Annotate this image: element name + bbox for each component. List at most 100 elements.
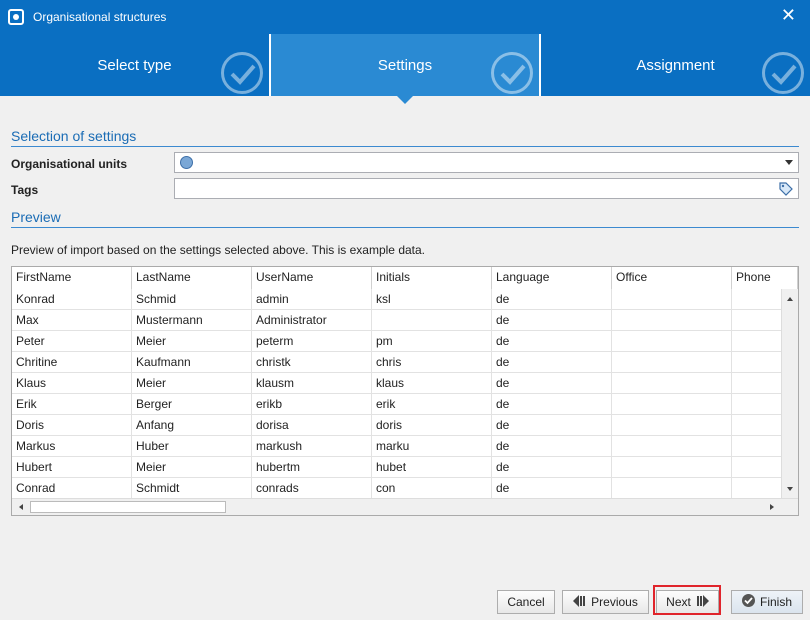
preview-table[interactable]: FirstName LastName UserName Initials Lan… [11,266,799,516]
table-cell: ksl [372,289,492,310]
table-cell: Markus [12,436,132,457]
check-icon [491,52,533,94]
check-icon [762,52,804,94]
cancel-label: Cancel [507,595,545,609]
table-cell: klausm [252,373,372,394]
table-row[interactable]: Konrad Schmid admin ksl de [12,289,798,310]
org-units-dropdown[interactable] [174,152,799,173]
table-cell: Conrad [12,478,132,499]
table-cell [612,289,732,310]
scroll-up-icon[interactable] [782,291,798,307]
next-button-highlight [653,585,721,615]
org-units-label: Organisational units [11,157,128,171]
table-cell: klaus [372,373,492,394]
table-cell [612,373,732,394]
table-cell: Mustermann [132,310,252,331]
table-row[interactable]: Conrad Schmidt conrads con de [12,478,798,499]
scroll-left-icon[interactable] [13,499,29,515]
scroll-right-icon[interactable] [764,499,780,515]
column-header[interactable]: LastName [132,267,252,289]
table-cell: conrads [252,478,372,499]
table-body: Konrad Schmid admin ksl de Max Mustermann Admin… [12,289,798,499]
tags-input[interactable] [174,178,799,199]
column-header[interactable]: Phone [732,267,798,289]
table-cell: marku [372,436,492,457]
table-row[interactable]: Peter Meier peterm pm de [12,331,798,352]
table-cell [612,436,732,457]
check-circle-icon [741,594,755,610]
column-header[interactable]: FirstName [12,267,132,289]
table-cell: erikb [252,394,372,415]
table-row[interactable]: Markus Huber markush marku de [12,436,798,457]
table-cell: admin [252,289,372,310]
close-icon[interactable]: ✕ [781,7,796,25]
table-cell: erik [372,394,492,415]
wizard-tabs: Select type Settings Assignment [0,34,810,96]
settings-section-title: Selection of settings [11,128,137,144]
table-row[interactable]: Doris Anfang dorisa doris de [12,415,798,436]
table-cell: Meier [132,331,252,352]
section-divider [11,146,799,147]
table-cell: Peter [12,331,132,352]
table-row[interactable]: Max Mustermann Administrator de [12,310,798,331]
table-cell: Chritine [12,352,132,373]
tab-settings[interactable]: Settings [271,34,539,96]
table-row[interactable]: Chritine Kaufmann christk chris de [12,352,798,373]
tab-assignment[interactable]: Assignment [541,34,810,96]
table-cell: Klaus [12,373,132,394]
section-divider [11,227,799,228]
table-cell: Meier [132,373,252,394]
window-title: Organisational structures [33,10,167,24]
column-header[interactable]: UserName [252,267,372,289]
table-cell: Doris [12,415,132,436]
table-cell [372,310,492,331]
tags-label: Tags [11,183,39,197]
table-row[interactable]: Hubert Meier hubertm hubet de [12,457,798,478]
table-cell: de [492,310,612,331]
tag-icon[interactable] [779,182,793,199]
finish-button[interactable]: Finish [731,590,803,614]
table-header: FirstName LastName UserName Initials Lan… [12,267,798,289]
table-cell: Administrator [252,310,372,331]
table-cell: Schmid [132,289,252,310]
vertical-scrollbar[interactable] [781,289,798,499]
table-cell: Schmidt [132,478,252,499]
table-cell [612,478,732,499]
table-cell: hubet [372,457,492,478]
cancel-button[interactable]: Cancel [497,590,555,614]
horizontal-scrollbar[interactable] [12,498,798,515]
column-header[interactable]: Initials [372,267,492,289]
table-cell: de [492,457,612,478]
finish-label: Finish [759,595,792,609]
table-cell: Hubert [12,457,132,478]
table-cell: Konrad [12,289,132,310]
table-cell: de [492,289,612,310]
scroll-down-icon[interactable] [782,481,798,497]
column-header[interactable]: Language [492,267,612,289]
table-cell: chris [372,352,492,373]
tab-select-type[interactable]: Select type [0,34,269,96]
arrow-left-icon [573,594,586,610]
active-tab-pointer [397,96,413,104]
title-bar: Organisational structures ✕ [0,0,810,34]
table-row[interactable]: Klaus Meier klausm klaus de [12,373,798,394]
scroll-thumb[interactable] [30,501,226,513]
table-row[interactable]: Erik Berger erikb erik de [12,394,798,415]
table-cell: Huber [132,436,252,457]
table-cell [612,310,732,331]
previous-label: Previous [591,595,638,609]
app-icon [8,9,24,25]
previous-button[interactable]: Previous [562,590,649,614]
table-cell: de [492,331,612,352]
table-cell [612,352,732,373]
table-cell [612,331,732,352]
table-cell: doris [372,415,492,436]
column-header[interactable]: Office [612,267,732,289]
table-cell: de [492,436,612,457]
table-cell: pm [372,331,492,352]
table-cell: hubertm [252,457,372,478]
table-cell: de [492,352,612,373]
chevron-down-icon[interactable] [785,160,793,165]
table-cell: Meier [132,457,252,478]
table-cell: de [492,373,612,394]
